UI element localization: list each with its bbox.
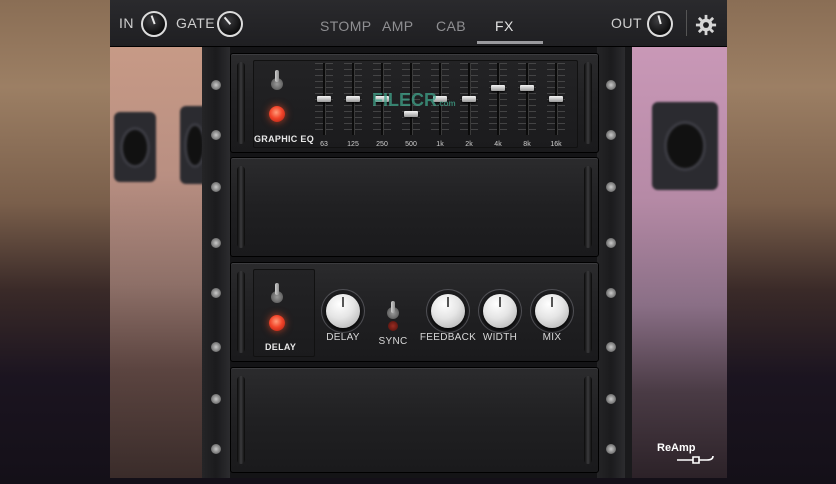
rack-unit-empty-2[interactable]	[230, 367, 599, 473]
rack-handle-icon	[237, 271, 245, 353]
input-knob[interactable]	[141, 11, 167, 37]
feedback-label: FEEDBACK	[419, 332, 477, 343]
mix-knob[interactable]	[535, 294, 569, 328]
eq-freq-label: 8k	[523, 141, 531, 148]
rack-unit-delay: DELAY DELAY SYNC FEEDBACK WIDTH MIX	[230, 262, 599, 362]
eq-slider-2k[interactable]	[458, 63, 480, 135]
reamp-logo[interactable]: ReAmp	[657, 442, 696, 454]
rack-handle-icon	[584, 166, 592, 248]
tab-amp[interactable]: AMP	[382, 18, 414, 34]
width-knob[interactable]	[483, 294, 517, 328]
delay-bypass-toggle[interactable]	[270, 283, 284, 305]
delay-led-icon	[269, 315, 285, 331]
eq-slider-8k[interactable]	[516, 63, 538, 135]
rack-rail-left	[202, 46, 230, 478]
eq-slider-thumb[interactable]	[491, 85, 505, 92]
delay-label: DELAY	[265, 342, 297, 352]
eq-freq-label: 16k	[550, 141, 562, 148]
eq-freq-label: 2k	[465, 141, 473, 148]
eq-freq-label: 63	[320, 141, 328, 148]
eq-slider-4k[interactable]	[487, 63, 509, 135]
eq-label: GRAPHIC EQ	[254, 134, 315, 144]
gate-label: GATE	[176, 15, 216, 31]
rack-handle-icon	[237, 376, 245, 464]
eq-slider-thumb[interactable]	[346, 96, 360, 102]
tab-fx[interactable]: FX	[495, 18, 514, 34]
sync-toggle[interactable]	[386, 299, 400, 321]
eq-bypass-toggle[interactable]	[270, 70, 284, 92]
rack-handle-icon	[237, 166, 245, 248]
gate-knob[interactable]	[217, 11, 243, 37]
tab-cab[interactable]: CAB	[436, 18, 466, 34]
eq-freq-label: 125	[347, 141, 359, 148]
eq-slider-63[interactable]	[313, 63, 335, 135]
active-tab-indicator	[477, 41, 543, 44]
eq-freq-label: 250	[376, 141, 388, 148]
backdrop-left	[110, 46, 210, 478]
topbar-divider	[686, 10, 687, 36]
eq-freq-label: 500	[405, 141, 417, 148]
eq-slider-thumb[interactable]	[520, 85, 534, 92]
rack-handle-icon	[584, 271, 592, 353]
eq-slider-thumb[interactable]	[317, 96, 331, 102]
eq-slider-125[interactable]	[342, 63, 364, 135]
width-label: WIDTH	[482, 332, 518, 343]
sync-led-icon	[388, 321, 398, 331]
mix-label: MIX	[542, 332, 562, 343]
top-bar: IN GATE STOMP AMP CAB FX OUT	[110, 0, 727, 47]
speaker-right	[652, 102, 718, 190]
eq-slider-thumb[interactable]	[462, 96, 476, 102]
eq-slider-16k[interactable]	[545, 63, 567, 135]
rack-handle-icon	[237, 62, 245, 144]
gear-icon[interactable]	[695, 14, 717, 36]
eq-slider-thumb[interactable]	[549, 96, 563, 102]
rack-unit-empty-1[interactable]	[230, 157, 599, 257]
eq-led-icon	[269, 106, 285, 122]
tab-stomp[interactable]: STOMP	[320, 18, 372, 34]
backdrop-right	[632, 46, 727, 478]
input-label: IN	[119, 15, 134, 31]
rack-handle-icon	[584, 62, 592, 144]
delay-time-knob[interactable]	[326, 294, 360, 328]
feedback-knob[interactable]	[431, 294, 465, 328]
app-window: IN GATE STOMP AMP CAB FX OUT GRAPHIC EQ …	[110, 0, 727, 478]
rack-handle-icon	[584, 376, 592, 464]
watermark-logo: FILECR.com	[372, 90, 456, 110]
reamp-cable-icon	[677, 455, 714, 464]
output-knob[interactable]	[647, 11, 673, 37]
eq-freq-label: 1k	[436, 141, 444, 148]
output-label: OUT	[611, 15, 643, 31]
eq-freq-label: 4k	[494, 141, 502, 148]
sync-label: SYNC	[378, 336, 408, 347]
speaker-left	[114, 112, 156, 182]
rack-rail-right	[597, 46, 625, 478]
eq-slider-thumb[interactable]	[404, 110, 418, 117]
